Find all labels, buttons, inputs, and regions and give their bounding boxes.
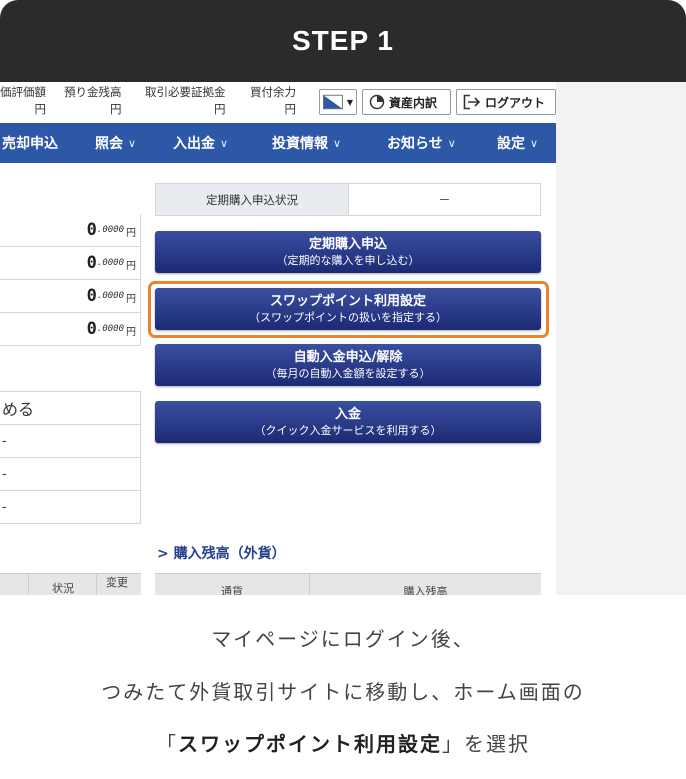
button-title: 自動入金申込/解除 bbox=[293, 349, 403, 365]
caption-line-3: 「スワップポイント利用設定」を選択 bbox=[0, 728, 686, 757]
balance-row: 0.0000 円 bbox=[0, 280, 141, 313]
instruction-caption: マイページにログイン後、 つみたて外貨取引サイトに移動し、ホーム画面の 「スワッ… bbox=[0, 595, 686, 779]
list-item: - bbox=[0, 491, 141, 524]
button-subtitle: （定期的な購入を申し込む） bbox=[276, 253, 420, 267]
status-column-header: 状況 bbox=[52, 582, 74, 595]
highlight-frame bbox=[148, 281, 549, 338]
background-margin bbox=[556, 82, 686, 595]
balance-unit: 円 bbox=[126, 327, 136, 338]
list-item: - bbox=[0, 458, 141, 491]
list-item: める bbox=[0, 392, 141, 425]
buying-power-unit: 円 bbox=[284, 102, 297, 116]
valuation-info: 価評価額 円 bbox=[0, 84, 46, 118]
dropdown-arrow-icon: ▼ bbox=[346, 97, 353, 107]
balance-row: 0.0000 円 bbox=[0, 247, 141, 280]
margin-info: 取引必要証拠金 円 bbox=[145, 84, 226, 118]
nav-item-label: 入出金 bbox=[173, 136, 215, 152]
purchase-balance-table-header: 通貨 購入残高 bbox=[155, 573, 541, 595]
left-info-box: める - - - bbox=[0, 391, 141, 524]
button-title: 入金 bbox=[334, 406, 361, 422]
list-item: - bbox=[0, 425, 141, 458]
assets-button[interactable]: 資産内訳 bbox=[362, 89, 451, 115]
status-value: － bbox=[438, 193, 451, 207]
nav-item-label: 照会 bbox=[95, 136, 123, 152]
nav-item-label: お知らせ bbox=[387, 136, 443, 152]
deposit-label: 預り金残高 bbox=[64, 85, 122, 99]
balance-decimal: .0000 bbox=[96, 291, 124, 301]
screenshot-area: 価評価額 円 預り金残高 円 取引必要証拠金 円 買付余力 円 ▼ 資産内訳 ロ… bbox=[0, 82, 686, 595]
balance-row: 0.0000 円 bbox=[0, 214, 141, 247]
nav-item-news[interactable]: お知らせ ∨ bbox=[387, 123, 456, 163]
auto-deposit-button[interactable]: 自動入金申込/解除 （毎月の自動入金額を設定する） bbox=[155, 344, 541, 386]
chart-icon bbox=[323, 94, 343, 110]
pie-chart-icon bbox=[369, 94, 385, 110]
balance-decimal: .0000 bbox=[96, 225, 124, 235]
purchase-balance-title: > 購入残高（外貨） bbox=[157, 546, 286, 562]
display-toggle-button[interactable]: ▼ bbox=[319, 89, 357, 115]
periodic-purchase-button[interactable]: 定期購入申込 （定期的な購入を申し込む） bbox=[155, 231, 541, 273]
chevron-down-icon: ∨ bbox=[333, 136, 342, 150]
chevron-down-icon: ∨ bbox=[530, 136, 539, 150]
valuation-label: 価評価額 bbox=[0, 85, 46, 99]
nav-item-investment-info[interactable]: 投資情報 ∨ bbox=[272, 123, 341, 163]
logout-icon bbox=[463, 94, 481, 110]
periodic-purchase-status: 定期購入申込状況 － bbox=[155, 183, 541, 216]
margin-label: 取引必要証拠金 bbox=[145, 85, 226, 99]
caption-line-2: つみたて外貨取引サイトに移動し、ホーム画面の bbox=[101, 680, 585, 704]
nav-item-deposit-withdrawal[interactable]: 入出金 ∨ bbox=[173, 123, 228, 163]
currency-column-header: 通貨 bbox=[155, 574, 310, 595]
deposit-button[interactable]: 入金 （クイック入金サービスを利用する） bbox=[155, 401, 541, 443]
balance-unit: 円 bbox=[126, 294, 136, 305]
button-subtitle: （クイック入金サービスを利用する） bbox=[254, 423, 442, 437]
button-subtitle: （毎月の自動入金額を設定する） bbox=[265, 366, 431, 380]
buying-power-info: 買付余力 円 bbox=[250, 84, 296, 118]
nav-item-inquiry[interactable]: 照会 ∨ bbox=[95, 123, 136, 163]
deposit-info: 預り金残高 円 bbox=[64, 84, 122, 118]
caption-line-1: マイページにログイン後、 bbox=[211, 627, 475, 651]
balance-column-header: 購入残高 bbox=[403, 585, 448, 595]
chevron-down-icon: ∨ bbox=[220, 136, 229, 150]
status-label: 定期購入申込状況 bbox=[156, 184, 349, 215]
caption-bracket-close: 」を選択 bbox=[442, 732, 530, 756]
nav-item-label: 売却申込 bbox=[2, 136, 58, 152]
caption-bracket-open: 「 bbox=[156, 732, 178, 756]
nav-item-settings[interactable]: 設定 ∨ bbox=[497, 123, 538, 163]
buying-power-label: 買付余力 bbox=[250, 85, 296, 99]
valuation-unit: 円 bbox=[34, 102, 47, 116]
balance-table: 0.0000 円 0.0000 円 0.0000 円 0.0000 円 bbox=[0, 214, 141, 346]
balance-integer: 0 bbox=[86, 286, 97, 306]
balance-decimal: .0000 bbox=[96, 324, 124, 334]
nav-item-sell[interactable]: 売却申込 bbox=[2, 123, 58, 163]
balance-unit: 円 bbox=[126, 228, 136, 239]
deposit-unit: 円 bbox=[110, 102, 122, 116]
button-title: 定期購入申込 bbox=[308, 236, 387, 252]
step-card: STEP 1 価評価額 円 預り金残高 円 取引必要証拠金 円 買付余力 円 ▼ bbox=[0, 0, 686, 595]
logout-button-label: ログアウト bbox=[485, 95, 546, 110]
chevron-down-icon: ∨ bbox=[447, 136, 456, 150]
balance-decimal: .0000 bbox=[96, 258, 124, 268]
balance-integer: 0 bbox=[86, 253, 97, 273]
chevron-down-icon: ∨ bbox=[128, 136, 137, 150]
caption-emphasis: スワップポイント利用設定 bbox=[178, 732, 442, 756]
main-nav: 売却申込 照会 ∨ 入出金 ∨ 投資情報 ∨ お知らせ ∨ 設定 ∨ bbox=[0, 123, 556, 163]
balance-row: 0.0000 円 bbox=[0, 313, 141, 346]
nav-item-label: 設定 bbox=[497, 136, 525, 152]
balance-integer: 0 bbox=[86, 319, 97, 339]
step-title: STEP 1 bbox=[0, 0, 686, 82]
change-column-header: 変更 bbox=[106, 576, 128, 589]
balance-integer: 0 bbox=[86, 220, 97, 240]
left-table-header: 状況 変更 bbox=[0, 573, 141, 595]
nav-item-label: 投資情報 bbox=[272, 136, 328, 152]
balance-unit: 円 bbox=[126, 261, 136, 272]
assets-button-label: 資産内訳 bbox=[389, 95, 438, 110]
logout-button[interactable]: ログアウト bbox=[456, 89, 556, 115]
margin-unit: 円 bbox=[214, 102, 226, 116]
